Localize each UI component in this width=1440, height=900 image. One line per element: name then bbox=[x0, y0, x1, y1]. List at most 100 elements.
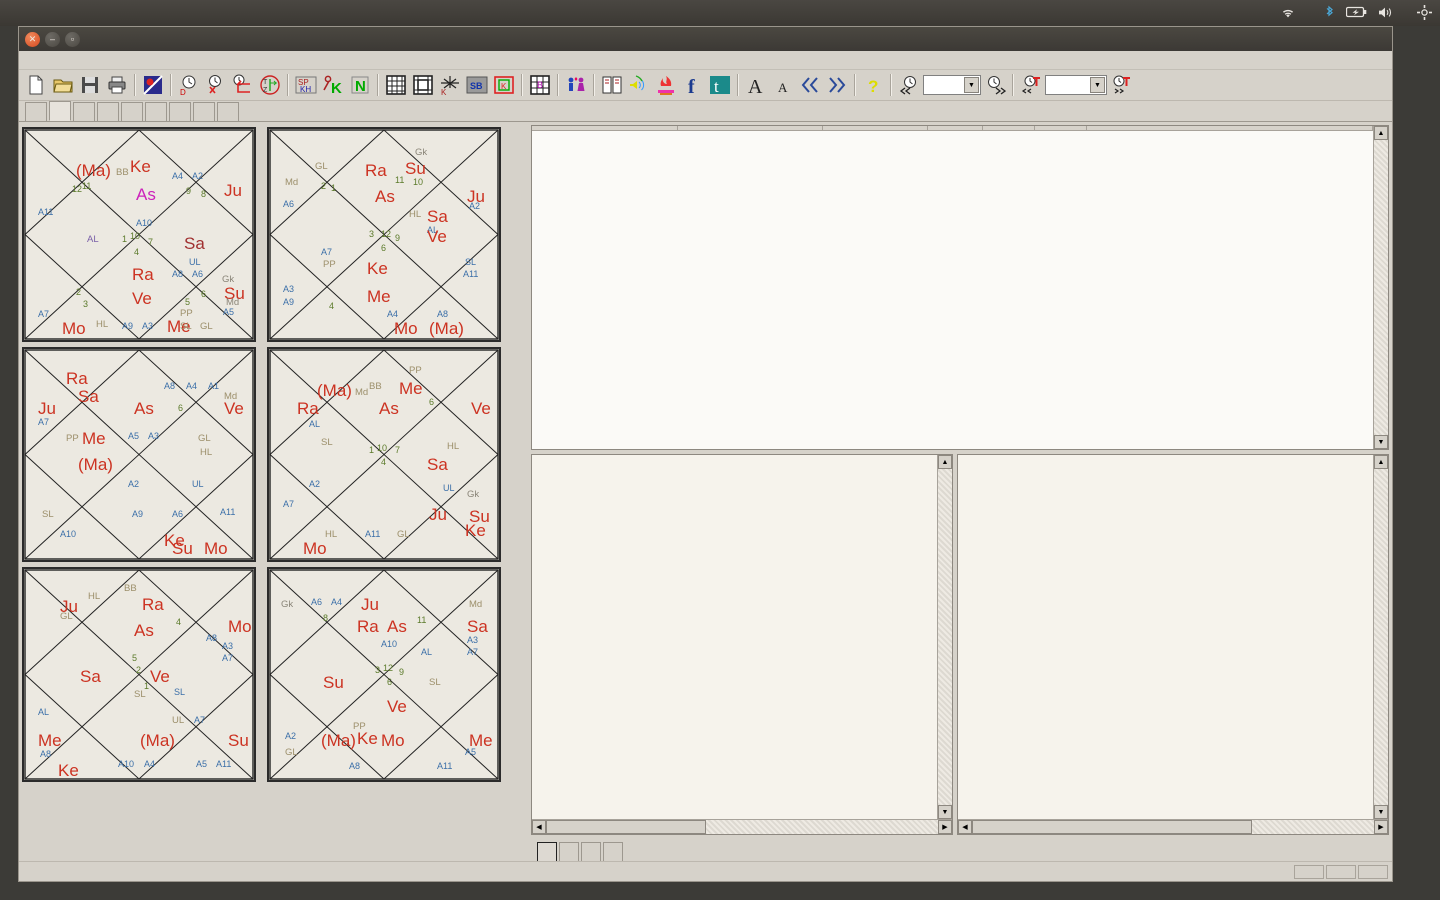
data-entry-icon[interactable] bbox=[140, 72, 166, 98]
print-icon[interactable] bbox=[104, 72, 130, 98]
col-nakshatra[interactable] bbox=[822, 126, 928, 131]
sp-kh-icon[interactable]: SP KH bbox=[293, 72, 319, 98]
wifi-icon[interactable] bbox=[1280, 6, 1296, 21]
minimize-icon[interactable]: – bbox=[45, 31, 60, 47]
facebook-icon[interactable]: f bbox=[680, 72, 706, 98]
couple-icon[interactable] bbox=[563, 72, 589, 98]
natal-chart-d9[interactable]: Gk GL Ra Su 11 10 Md 2 1 As Ju A6 A2 HL bbox=[267, 125, 508, 342]
volume-icon[interactable] bbox=[1378, 6, 1395, 21]
hscroll-thumb[interactable] bbox=[546, 820, 706, 834]
k-boxed-icon[interactable]: K bbox=[491, 72, 517, 98]
tab-miscellany[interactable] bbox=[217, 102, 239, 121]
scroll-right-icon[interactable]: ▶ bbox=[938, 820, 952, 834]
scroll-up-icon[interactable]: ▲ bbox=[1374, 126, 1388, 140]
font-large-icon[interactable]: A bbox=[743, 72, 769, 98]
col-rasi[interactable] bbox=[982, 126, 1035, 131]
open-folder-icon[interactable] bbox=[50, 72, 76, 98]
clock-data-icon[interactable]: D bbox=[176, 72, 202, 98]
bluetooth-icon[interactable] bbox=[1324, 5, 1335, 21]
sound-icon[interactable] bbox=[626, 72, 652, 98]
chevron-down-icon[interactable]: ▼ bbox=[1090, 77, 1105, 93]
chevron-down-icon[interactable]: ▼ bbox=[964, 77, 979, 93]
tab-houses[interactable] bbox=[559, 842, 579, 861]
time-unit-select[interactable]: ▼ bbox=[923, 75, 981, 95]
save-icon[interactable] bbox=[77, 72, 103, 98]
book-icon[interactable] bbox=[599, 72, 625, 98]
prev-icon[interactable] bbox=[797, 72, 823, 98]
scroll-up-icon[interactable]: ▲ bbox=[1374, 455, 1388, 469]
tab-strengths[interactable] bbox=[73, 102, 95, 121]
tab-chakras[interactable] bbox=[25, 102, 47, 121]
tab-dasas[interactable] bbox=[97, 102, 119, 121]
close-icon[interactable]: ✕ bbox=[25, 31, 40, 47]
natal-chart-rasi[interactable]: (Ma) BB Ke As A4 A2 9 8 Ju 12 11 A11 AL … bbox=[22, 125, 263, 342]
window-titlebar[interactable]: ✕ – ▫ bbox=[19, 27, 1392, 51]
tab-tithi-pravesha[interactable] bbox=[169, 102, 191, 121]
scroll-down-icon[interactable]: ▼ bbox=[938, 805, 952, 819]
natal-chart-d3[interactable]: PP (Ma) Md BB Me 6 Ra As Ve AL SL 1 10 7 bbox=[267, 345, 508, 562]
varga-grid-icon[interactable] bbox=[410, 72, 436, 98]
col-body[interactable] bbox=[532, 126, 678, 131]
new-file-icon[interactable] bbox=[23, 72, 49, 98]
key-k-icon[interactable]: K bbox=[320, 72, 346, 98]
tab-key-info[interactable] bbox=[537, 842, 557, 861]
clock-clear-icon[interactable] bbox=[203, 72, 229, 98]
tab-kp[interactable] bbox=[603, 842, 623, 861]
next-icon[interactable] bbox=[824, 72, 850, 98]
clock-day-forward-icon[interactable] bbox=[1108, 72, 1134, 98]
bav-horizontal-scrollbar[interactable]: ◀ ▶ bbox=[958, 819, 1388, 834]
n-icon[interactable]: N bbox=[347, 72, 373, 98]
d60-chart-box[interactable]: Gk A6 A4 Ju Ra As 8 11 Md Sa A3 A7 A10 A… bbox=[267, 567, 501, 782]
hscroll-track[interactable] bbox=[972, 820, 1374, 834]
natal-chart-d7[interactable]: BB Ju HL Ra GL As 4 Mo A8 A3 A7 Sa 5 2 V… bbox=[22, 565, 263, 782]
scroll-left-icon[interactable]: ◀ bbox=[532, 820, 546, 834]
star-k-icon[interactable]: K bbox=[437, 72, 463, 98]
tab-amsa-rulers[interactable] bbox=[581, 842, 601, 861]
planet-positions-table[interactable]: ▲ ▼ bbox=[531, 125, 1389, 450]
tab-mundane[interactable] bbox=[193, 102, 215, 121]
d9-chart-box[interactable]: Gk GL Ra Su 11 10 Md 2 1 As Ju A6 A2 HL bbox=[267, 127, 501, 342]
natal-info-horizontal-scrollbar[interactable]: ◀ ▶ bbox=[532, 819, 952, 834]
step-unit-select[interactable]: ▼ bbox=[1045, 75, 1107, 95]
col-nava[interactable] bbox=[1034, 126, 1087, 131]
help-icon[interactable]: ? bbox=[860, 72, 886, 98]
hscroll-thumb[interactable] bbox=[972, 820, 1252, 834]
rasi-chart-box[interactable]: (Ma) BB Ke As A4 A2 9 8 Ju 12 11 A11 AL … bbox=[22, 127, 256, 342]
natal-info-vertical-scrollbar[interactable]: ▲ ▼ bbox=[937, 455, 952, 819]
battery-icon[interactable] bbox=[1345, 6, 1367, 20]
bav-vertical-scrollbar[interactable]: ▲ ▼ bbox=[1373, 455, 1388, 819]
clock-day-back-icon[interactable] bbox=[1018, 72, 1044, 98]
scroll-thumb[interactable] bbox=[1374, 140, 1388, 435]
sb-icon[interactable]: SB bbox=[464, 72, 490, 98]
font-small-icon[interactable]: A bbox=[770, 72, 796, 98]
table-vertical-scrollbar[interactable]: ▲ ▼ bbox=[1373, 126, 1388, 449]
clock-forward-icon[interactable] bbox=[982, 72, 1008, 98]
scroll-left-icon[interactable]: ◀ bbox=[958, 820, 972, 834]
tab-basics[interactable] bbox=[49, 101, 71, 121]
grid-icon[interactable] bbox=[383, 72, 409, 98]
scroll-down-icon[interactable]: ▼ bbox=[1374, 805, 1388, 819]
col-longitude[interactable] bbox=[677, 126, 823, 131]
maximize-icon[interactable]: ▫ bbox=[65, 31, 80, 47]
natal-chart-d10[interactable]: Ra Sa A8 A4 A1 Md Ju As 6 Ve A7 PP Me A5 bbox=[22, 345, 263, 562]
scroll-up-icon[interactable]: ▲ bbox=[938, 455, 952, 469]
twitter-icon[interactable]: t bbox=[707, 72, 733, 98]
scroll-thumb[interactable] bbox=[938, 469, 952, 805]
tab-transits[interactable] bbox=[121, 102, 143, 121]
natal-chart-d60[interactable]: Gk A6 A4 Ju Ra As 8 11 Md Sa A3 A7 A10 A… bbox=[267, 565, 508, 782]
scroll-down-icon[interactable]: ▼ bbox=[1374, 435, 1388, 449]
scroll-thumb[interactable] bbox=[1374, 469, 1388, 805]
d10-chart-box[interactable]: Ra Sa A8 A4 A1 Md Ju As 6 Ve A7 PP Me A5 bbox=[22, 347, 256, 562]
clock-rewind-icon[interactable] bbox=[896, 72, 922, 98]
hscroll-track[interactable] bbox=[546, 820, 938, 834]
fire-icon[interactable] bbox=[653, 72, 679, 98]
d3-chart-box[interactable]: PP (Ma) Md BB Me 6 Ra As Ve AL SL 1 10 7 bbox=[267, 347, 501, 562]
power-gear-icon[interactable] bbox=[1417, 4, 1432, 22]
b-grid-icon[interactable]: B bbox=[527, 72, 553, 98]
timezone-icon[interactable]: TZ bbox=[257, 72, 283, 98]
col-pada[interactable] bbox=[927, 126, 983, 131]
d7-chart-box[interactable]: BB Ju HL Ra GL As 4 Mo A8 A3 A7 Sa 5 2 V… bbox=[22, 567, 256, 782]
clock-back-icon[interactable] bbox=[230, 72, 256, 98]
scroll-right-icon[interactable]: ▶ bbox=[1374, 820, 1388, 834]
tab-tajaka[interactable] bbox=[145, 102, 167, 121]
